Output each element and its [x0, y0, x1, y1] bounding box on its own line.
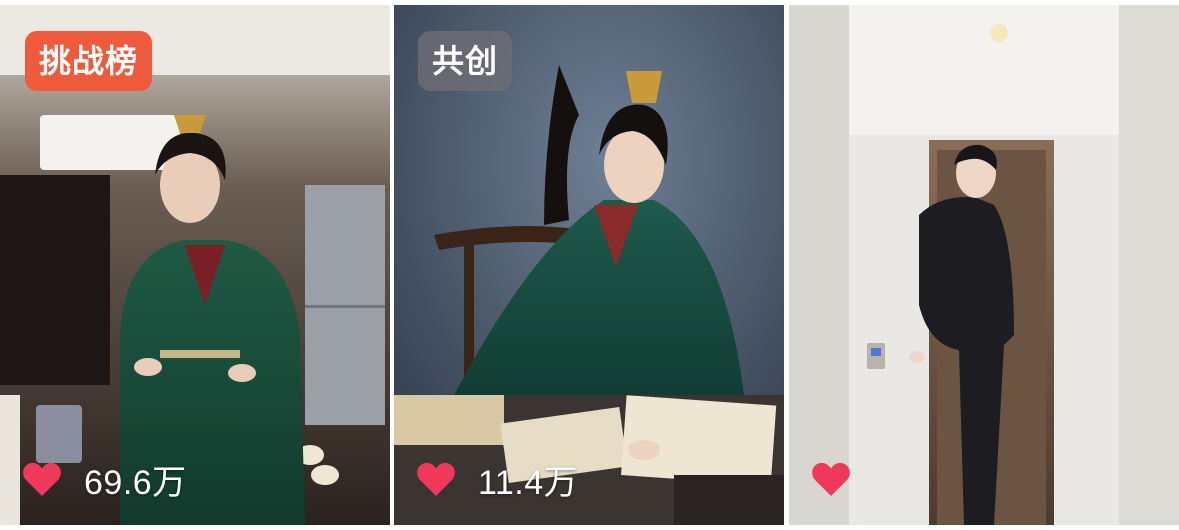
like-count-group: [811, 457, 873, 501]
video-card[interactable]: 共创 11.4万: [394, 5, 784, 525]
heart-icon[interactable]: [811, 461, 851, 497]
co-creation-badge: 共创: [418, 31, 513, 91]
video-thumbnail: [789, 5, 1179, 525]
like-count-group: 69.6万: [22, 457, 187, 502]
like-count: 11.4万: [478, 463, 579, 502]
challenge-rank-badge: 挑战榜: [25, 31, 153, 91]
video-card[interactable]: [789, 5, 1179, 525]
like-count: 69.6万: [84, 463, 187, 502]
like-count-group: 11.4万: [416, 457, 579, 502]
video-feed-grid: 挑战榜 69.6万 共创 11.4万: [0, 0, 1179, 530]
video-card[interactable]: 挑战榜 69.6万: [0, 5, 390, 525]
heart-icon[interactable]: [416, 461, 456, 497]
heart-icon[interactable]: [22, 461, 62, 497]
